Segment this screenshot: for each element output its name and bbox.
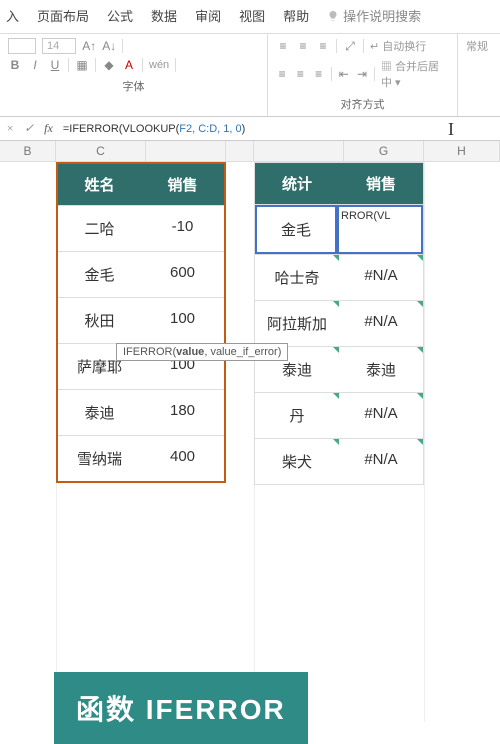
group-font-label: 字体	[8, 76, 259, 96]
tab-layout[interactable]: 页面布局	[37, 6, 89, 25]
font-name-select[interactable]	[8, 38, 36, 54]
table-row[interactable]: 雪纳瑞400	[58, 435, 224, 481]
group-align-label: 对齐方式	[276, 94, 449, 114]
formula-bar: × ✓ fx =IFERROR(VLOOKUP(F2, C:D, 1, 0) I	[0, 117, 500, 141]
table-row[interactable]: 金毛600	[58, 251, 224, 297]
col-header-f-hidden[interactable]	[254, 141, 344, 161]
merge-center-button[interactable]: ▦ 合并后居中 ▾	[381, 58, 449, 90]
cell-stat[interactable]: 阿拉斯加	[255, 301, 339, 346]
fill-color-icon[interactable]: ◆	[102, 58, 116, 72]
tab-review[interactable]: 审阅	[195, 6, 221, 25]
font-color-icon[interactable]: A	[122, 58, 136, 72]
lightbulb-icon	[327, 10, 339, 22]
cell-error-mark-icon	[417, 347, 423, 353]
cell-name[interactable]: 二哈	[58, 206, 141, 251]
align-top-icon[interactable]: ≡	[276, 39, 290, 53]
ribbon-tabs: 入 页面布局 公式 数据 审阅 视图 帮助 操作说明搜索	[0, 0, 500, 34]
table-row[interactable]: 柴犬#N/A	[255, 438, 423, 484]
column-headers: B C G H	[0, 141, 500, 162]
cell-value[interactable]: 100	[141, 298, 224, 343]
spreadsheet-grid[interactable]: B C G H IFERROR(value, value_if_error) 姓…	[0, 141, 500, 722]
decrease-font-icon[interactable]: A↓	[102, 39, 116, 53]
cell-sales[interactable]: #N/A	[339, 255, 423, 300]
number-format-select[interactable]: 常规	[466, 38, 488, 54]
table-header-row: 姓名 销售	[58, 164, 224, 205]
table-header-row: 统计 销售	[255, 163, 423, 204]
tab-insert[interactable]: 入	[6, 6, 19, 25]
tell-me-text: 操作说明搜索	[343, 6, 421, 25]
cell-sales[interactable]: #N/A	[339, 301, 423, 346]
th-stat: 统计	[255, 163, 339, 204]
align-bottom-icon[interactable]: ≡	[316, 39, 330, 53]
table-row[interactable]: 泰迪180	[58, 389, 224, 435]
cell-sales[interactable]: 泰迪	[339, 347, 423, 392]
table-row[interactable]: 二哈-10	[58, 205, 224, 251]
italic-icon[interactable]: I	[28, 58, 42, 72]
table-row[interactable]: 哈士奇#N/A	[255, 254, 423, 300]
cell-stat[interactable]: 哈士奇	[255, 255, 339, 300]
tab-data[interactable]: 数据	[151, 6, 177, 25]
col-header-h[interactable]: H	[424, 141, 500, 161]
table-row[interactable]: 秋田100	[58, 297, 224, 343]
function-tooltip: IFERROR(value, value_if_error)	[116, 343, 288, 361]
col-header-g[interactable]: G	[344, 141, 424, 161]
cell-error-mark-icon	[417, 393, 423, 399]
tab-formula[interactable]: 公式	[107, 6, 133, 25]
underline-icon[interactable]: U	[48, 58, 62, 72]
indent-right-icon[interactable]: ⇥	[356, 67, 368, 81]
table-row[interactable]: 金毛RROR(VL	[255, 204, 423, 254]
align-center-icon[interactable]: ≡	[294, 67, 306, 81]
th-sales: 销售	[339, 163, 423, 204]
col-header-c[interactable]: C	[56, 141, 146, 161]
cell-name[interactable]: 雪纳瑞	[58, 436, 141, 481]
lookup-table: 统计 销售 金毛RROR(VL哈士奇#N/A阿拉斯加#N/A泰迪泰迪丹#N/A柴…	[254, 162, 424, 485]
orientation-icon[interactable]: ⤢	[343, 39, 357, 53]
align-left-icon[interactable]: ≡	[276, 67, 288, 81]
indent-left-icon[interactable]: ⇤	[338, 67, 350, 81]
increase-font-icon[interactable]: A↑	[82, 39, 96, 53]
table-row[interactable]: 丹#N/A	[255, 392, 423, 438]
cell-value[interactable]: 180	[141, 390, 224, 435]
phonetic-icon[interactable]: wén	[149, 59, 169, 71]
cell-value[interactable]: 600	[141, 252, 224, 297]
text-cursor-icon: I	[448, 119, 454, 140]
col-header-d-hidden[interactable]	[146, 141, 226, 161]
title-banner: 函数 IFERROR	[54, 672, 308, 744]
formula-confirm-icon[interactable]: ✓	[24, 121, 34, 136]
ribbon: 14 A↑ A↓ B I U ▦ ◆ A wén 字体 ≡ ≡ ≡ ⤢ ↵	[0, 34, 500, 117]
formula-input[interactable]: =IFERROR(VLOOKUP(F2, C:D, 1, 0) I	[63, 123, 494, 135]
cell-error-mark-icon	[417, 255, 423, 261]
source-table: 姓名 销售 二哈-10金毛600秋田100萨摩耶100泰迪180雪纳瑞400	[56, 162, 226, 483]
th-name: 姓名	[58, 164, 141, 205]
cell-sales[interactable]: #N/A	[339, 439, 423, 484]
cell-stat[interactable]: 柴犬	[255, 439, 339, 484]
wrap-text-button[interactable]: ↵ 自动换行	[370, 38, 426, 54]
cell-sales[interactable]: #N/A	[339, 393, 423, 438]
tab-help[interactable]: 帮助	[283, 6, 309, 25]
cell-stat[interactable]: 金毛	[255, 205, 337, 254]
cell-name[interactable]: 泰迪	[58, 390, 141, 435]
tell-me-search[interactable]: 操作说明搜索	[327, 6, 421, 25]
bold-icon[interactable]: B	[8, 58, 22, 72]
font-size-select[interactable]: 14	[42, 38, 76, 54]
cell-sales[interactable]: RROR(VL	[337, 205, 423, 254]
cell-stat[interactable]: 丹	[255, 393, 339, 438]
th-sales: 销售	[141, 164, 224, 205]
cell-error-mark-icon	[417, 439, 423, 445]
align-right-icon[interactable]: ≡	[313, 67, 325, 81]
tab-view[interactable]: 视图	[239, 6, 265, 25]
col-header-b[interactable]: B	[0, 141, 56, 161]
cell-name[interactable]: 金毛	[58, 252, 141, 297]
cell-error-mark-icon	[417, 301, 423, 307]
align-middle-icon[interactable]: ≡	[296, 39, 310, 53]
cell-value[interactable]: 400	[141, 436, 224, 481]
table-row[interactable]: 阿拉斯加#N/A	[255, 300, 423, 346]
fx-icon[interactable]: fx	[44, 121, 53, 136]
cell-value[interactable]: -10	[141, 206, 224, 251]
border-icon[interactable]: ▦	[75, 58, 89, 72]
formula-cancel-icon[interactable]: ×	[6, 121, 14, 136]
cell-name[interactable]: 秋田	[58, 298, 141, 343]
